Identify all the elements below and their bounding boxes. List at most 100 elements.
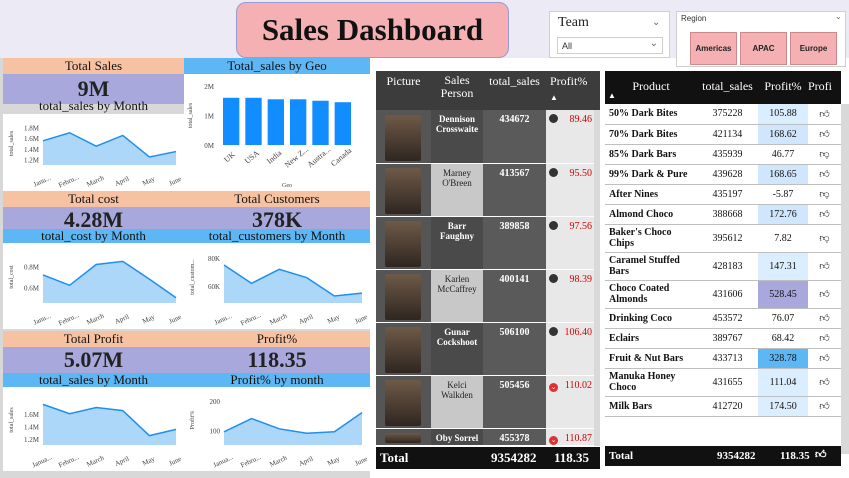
salesperson-name: Karlen McCaffrey: [431, 269, 483, 322]
total-sales: 9354282: [491, 450, 537, 465]
table-row[interactable]: Oby Sorrel 455378 ⌄ 110.87: [376, 428, 600, 445]
y-axis-label: total_cost: [9, 265, 15, 289]
column-header-profit-icon[interactable]: Profi: [808, 71, 841, 104]
region-slicer[interactable]: Region ⌄ Americas APAC Europe: [676, 11, 846, 67]
product-sales: 389767: [697, 328, 758, 349]
product-sales: 375228: [697, 104, 758, 125]
avatar: [385, 380, 421, 426]
chart-sales-by-month-2[interactable]: total_sales 1.6M 1.4M 1.2M Janua... Febru... M…: [3, 387, 184, 471]
thumbs-up-icon: 👍︎: [808, 348, 841, 369]
chevron-down-icon[interactable]: ⌄: [835, 12, 842, 21]
x-tick-label: UK: [222, 150, 237, 164]
table-row[interactable]: Almond Choco 388668 172.76 👍︎: [605, 204, 841, 225]
product-name: Milk Bars: [605, 396, 697, 417]
column-header-product[interactable]: Product ▲: [605, 71, 697, 104]
kpi-total-profit-value: 5.07M: [3, 347, 184, 375]
y-tick-label: 2M: [204, 83, 215, 91]
table-row[interactable]: 50% Dark Bites 375228 105.88 👍︎: [605, 104, 841, 125]
table-row[interactable]: Manuka Honey Choco 431655 111.04 👍︎: [605, 368, 841, 397]
product-name: Choco Coated Almonds: [605, 280, 697, 309]
region-button-europe[interactable]: Europe: [790, 32, 837, 65]
product-profit: 147.31: [758, 252, 808, 281]
table-row[interactable]: Gunar Cockshoot 506100 106.40: [376, 322, 600, 375]
x-tick-label: Febru...: [57, 311, 80, 327]
product-table[interactable]: Product ▲ total_sales Profit% Profi 50% …: [605, 71, 849, 466]
product-sales: 431655: [697, 368, 758, 397]
kpi-profit-pct-value: 118.35: [184, 347, 370, 375]
product-grid: Product ▲ total_sales Profit% Profi 50% …: [605, 71, 841, 417]
area-chart-svg: total_sales 1.8M 1.6M 1.4M 1.2M Janu... Febru.…: [9, 124, 183, 189]
x-tick-label: May: [326, 455, 341, 468]
salesperson-profit-cell: 95.50: [546, 163, 600, 216]
scrollbar[interactable]: [594, 110, 600, 446]
sort-ascending-icon: ▲: [608, 91, 616, 100]
chevron-down-icon[interactable]: ⌄: [652, 17, 660, 28]
product-name: 99% Dark & Pure: [605, 164, 697, 185]
y-tick-label: 200: [210, 398, 221, 406]
salesperson-profit-cell: 106.40: [546, 322, 600, 375]
product-profit: 328.78: [758, 348, 808, 369]
team-slicer[interactable]: Team ⌄ All ⌄: [549, 11, 670, 58]
y-axis-label: total_sales: [9, 130, 15, 156]
table-row[interactable]: Kelci Walkden 505456 ⌄ 110.02: [376, 375, 600, 428]
y-tick-label: 60K: [208, 283, 220, 291]
x-tick-label: March: [85, 453, 105, 468]
chart-sales-by-month[interactable]: total_sales 1.8M 1.6M 1.4M 1.2M Janu... Febru.…: [3, 114, 184, 191]
salesperson-table[interactable]: Picture Sales Person total_sales Profit%…: [376, 71, 600, 474]
total-profit: 118.35: [554, 450, 590, 465]
chart-customers-by-month[interactable]: total_custom... 80K 60K Janu... Febru... Marc…: [184, 243, 370, 329]
table-row[interactable]: Caramel Stuffed Bars 428183 147.31 👍︎: [605, 252, 841, 281]
y-tick-label: 0.8M: [24, 264, 40, 272]
table-row[interactable]: Baker's Choco Chips 395612 7.82 👎︎: [605, 224, 841, 253]
x-tick-label: April: [298, 454, 315, 468]
column-header-picture[interactable]: Picture: [376, 71, 431, 110]
region-button-americas[interactable]: Americas: [690, 32, 737, 65]
chart-sales-by-geo[interactable]: total_sales 2M 1M 0M UK USA India New Z... Austr…: [184, 74, 370, 191]
product-name: Manuka Honey Choco: [605, 368, 697, 397]
salesperson-name: Kelci Walkden: [431, 375, 483, 428]
table-row[interactable]: 99% Dark & Pure 439628 168.65 👍︎: [605, 164, 841, 185]
x-tick-label: May: [141, 313, 156, 326]
x-tick-label: April: [114, 312, 131, 326]
column-header-profit[interactable]: Profit%: [758, 71, 808, 104]
table-row[interactable]: Fruit & Nut Bars 433713 328.78 👍︎: [605, 348, 841, 369]
table-row[interactable]: Choco Coated Almonds 431606 528.45 👍︎: [605, 280, 841, 309]
table-row[interactable]: 70% Dark Bites 421134 168.62 👍︎: [605, 124, 841, 145]
product-name: 70% Dark Bites: [605, 124, 697, 145]
x-tick-label: June: [168, 455, 183, 468]
product-name: Eclairs: [605, 328, 697, 349]
table-row[interactable]: Milk Bars 412720 174.50 👍︎: [605, 396, 841, 417]
table-row[interactable]: 85% Dark Bars 435939 46.77 👎︎: [605, 144, 841, 165]
area-chart-svg: Profit% 200 100 Janua... Febru... March April M…: [189, 398, 369, 469]
table-row[interactable]: After Nines 435197 -5.87 👎︎: [605, 184, 841, 205]
table-row[interactable]: Dennison Crosswaite 434672 89.46: [376, 110, 600, 163]
table-row[interactable]: Marney O'Breen 413567 95.50: [376, 163, 600, 216]
chart-cost-by-month[interactable]: total_cost 0.8M 0.6M Janu... Febru... March Ap…: [3, 243, 184, 329]
x-axis-label: Geo: [282, 183, 292, 189]
region-button-apac[interactable]: APAC: [740, 32, 787, 65]
y-tick-label: 1.4M: [24, 423, 40, 431]
table-row[interactable]: Karlen McCaffrey 400141 98.39: [376, 269, 600, 322]
column-header-sales-person[interactable]: Sales Person: [431, 71, 483, 110]
scrollbar[interactable]: [841, 104, 849, 454]
chart-profit-by-month[interactable]: Profit% 200 100 Janua... Febru... March April M…: [184, 387, 370, 471]
x-tick-label: Febru...: [57, 173, 80, 189]
product-profit: 46.77: [758, 144, 808, 165]
team-dropdown[interactable]: All ⌄: [557, 37, 663, 54]
table-row[interactable]: Drinking Coco 453572 76.07 👍︎: [605, 308, 841, 329]
product-profit: 111.04: [758, 368, 808, 397]
table-row[interactable]: Barr Faughny 389858 97.56: [376, 216, 600, 269]
column-header-profit[interactable]: Profit% ▲: [546, 71, 600, 110]
product-profit: 76.07: [758, 308, 808, 329]
column-header-total-sales[interactable]: total_sales: [483, 71, 546, 110]
team-slicer-title: Team: [558, 15, 589, 30]
x-tick-label: June: [168, 175, 183, 188]
column-header-total-sales[interactable]: total_sales: [697, 71, 758, 104]
salesperson-photo-cell: [376, 428, 431, 445]
thumbs-up-icon: 👍︎: [815, 448, 827, 461]
status-dot-icon: [549, 326, 558, 336]
product-sales: 412720: [697, 396, 758, 417]
x-tick-label: April: [114, 454, 131, 468]
status-dot-icon: [549, 167, 558, 177]
table-row[interactable]: Eclairs 389767 68.42 👍︎: [605, 328, 841, 349]
